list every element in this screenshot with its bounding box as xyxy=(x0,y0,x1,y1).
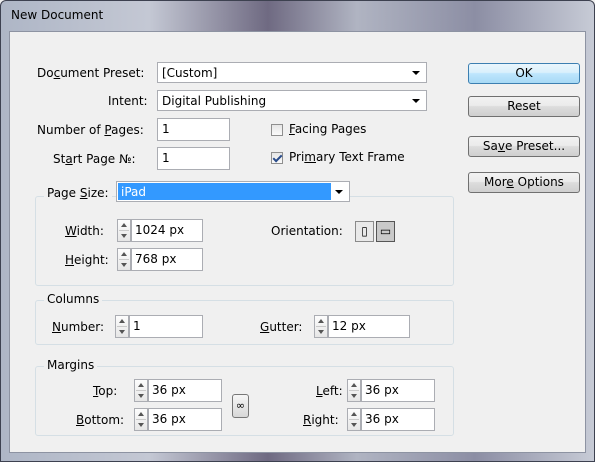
orientation-toggle: ▯ ▭ xyxy=(355,221,397,242)
landscape-page-icon[interactable]: ▭ xyxy=(376,221,395,242)
margin-left-input[interactable]: 36 px xyxy=(361,379,435,402)
facing-pages-label[interactable]: Facing Pages xyxy=(289,122,366,136)
spin-down-icon xyxy=(121,234,127,238)
number-of-pages-input[interactable]: 1 xyxy=(157,118,230,141)
margin-top-input[interactable]: 36 px xyxy=(148,379,222,402)
margin-bottom-stepper[interactable] xyxy=(134,408,148,431)
column-number-stepper[interactable] xyxy=(115,315,129,338)
spin-up-icon xyxy=(318,319,324,323)
save-preset-button[interactable]: Save Preset... xyxy=(468,136,580,157)
page-size-select[interactable]: iPad xyxy=(116,181,350,202)
margin-left-label: Left: xyxy=(316,384,343,398)
margins-group-title: Margins xyxy=(44,358,98,372)
start-page-input[interactable]: 1 xyxy=(157,147,230,170)
spin-down-icon xyxy=(121,263,127,267)
gutter-input[interactable]: 12 px xyxy=(328,315,410,338)
facing-pages-checkbox[interactable] xyxy=(271,124,283,136)
number-of-pages-label: Number of Pages: xyxy=(37,123,144,137)
spin-up-icon xyxy=(119,319,125,323)
spin-down-icon xyxy=(138,423,144,427)
ok-button[interactable]: OK xyxy=(468,63,580,84)
window-title: New Document xyxy=(11,8,104,22)
spin-up-icon xyxy=(138,383,144,387)
chevron-down-icon xyxy=(412,99,420,103)
spin-up-icon xyxy=(351,383,357,387)
margin-top-label: Top: xyxy=(93,384,118,398)
margin-right-stepper[interactable] xyxy=(347,408,361,431)
document-preset-select[interactable]: [Custom] xyxy=(157,62,427,83)
width-label: Width: xyxy=(65,224,104,238)
primary-text-frame-checkbox[interactable] xyxy=(271,152,283,164)
width-stepper[interactable] xyxy=(117,219,131,242)
columns-group-title: Columns xyxy=(44,292,103,306)
document-preset-value: [Custom] xyxy=(162,66,218,80)
column-number-input[interactable]: 1 xyxy=(129,315,203,338)
portrait-page-icon[interactable]: ▯ xyxy=(355,221,374,242)
page-size-value: iPad xyxy=(118,183,331,200)
height-input[interactable]: 768 px xyxy=(131,248,203,271)
primary-text-frame-label[interactable]: Primary Text Frame xyxy=(289,150,405,164)
spin-up-icon xyxy=(121,252,127,256)
spin-down-icon xyxy=(119,330,125,334)
spin-down-icon xyxy=(138,394,144,398)
chevron-down-icon xyxy=(335,190,343,194)
height-label: Height: xyxy=(65,253,109,267)
margin-left-stepper[interactable] xyxy=(347,379,361,402)
spin-down-icon xyxy=(351,394,357,398)
margin-top-stepper[interactable] xyxy=(134,379,148,402)
new-document-dialog: New Document Document Preset: [Custom] I… xyxy=(0,0,595,462)
margin-bottom-input[interactable]: 36 px xyxy=(148,408,222,431)
margin-right-label: Right: xyxy=(303,413,339,427)
start-page-label: Start Page №: xyxy=(53,152,136,166)
document-preset-label: Document Preset: xyxy=(37,66,145,80)
reset-button[interactable]: Reset xyxy=(468,96,580,117)
chevron-down-icon xyxy=(412,71,420,75)
width-input[interactable]: 1024 px xyxy=(131,219,203,242)
intent-value: Digital Publishing xyxy=(162,94,267,108)
spin-down-icon xyxy=(318,330,324,334)
margin-right-input[interactable]: 36 px xyxy=(361,408,435,431)
column-number-label: Number: xyxy=(52,320,105,334)
more-options-button[interactable]: More Options xyxy=(468,172,580,193)
chain-link-icon[interactable]: ∞ xyxy=(232,394,249,418)
spin-up-icon xyxy=(138,412,144,416)
intent-select[interactable]: Digital Publishing xyxy=(157,90,427,111)
intent-label: Intent: xyxy=(108,94,148,108)
gutter-stepper[interactable] xyxy=(314,315,328,338)
spin-down-icon xyxy=(351,423,357,427)
spin-up-icon xyxy=(351,412,357,416)
height-stepper[interactable] xyxy=(117,248,131,271)
gutter-label: Gutter: xyxy=(260,320,303,334)
margin-bottom-label: Bottom: xyxy=(76,413,125,427)
spin-up-icon xyxy=(121,223,127,227)
orientation-label: Orientation: xyxy=(271,224,343,238)
page-size-label: Page Size: xyxy=(44,186,112,200)
title-bar[interactable]: New Document xyxy=(1,1,594,30)
dialog-body: Document Preset: [Custom] Intent: Digita… xyxy=(9,31,586,453)
